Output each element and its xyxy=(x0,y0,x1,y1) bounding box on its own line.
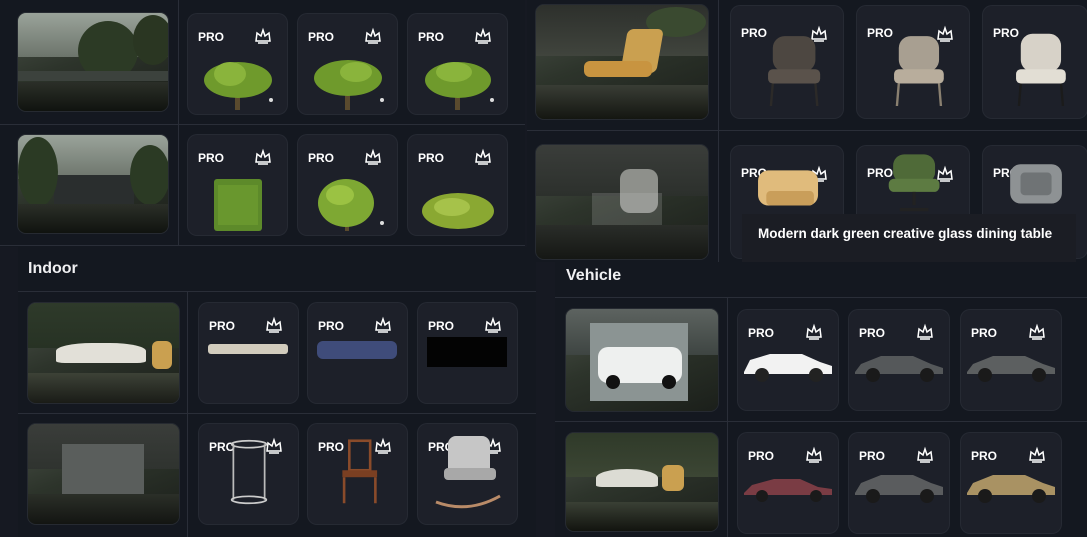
asset-tile[interactable]: PRO xyxy=(849,310,949,410)
pro-badge: PRO xyxy=(198,30,225,44)
car-icon xyxy=(967,475,1055,503)
asset-tile[interactable]: PRO xyxy=(849,433,949,533)
pro-badge: PRO xyxy=(748,449,775,463)
pro-badge: PRO xyxy=(209,319,236,333)
crown-icon xyxy=(917,446,933,463)
asset-tile[interactable]: PRO xyxy=(418,303,517,403)
crown-icon xyxy=(806,446,822,463)
asset-tile[interactable]: PRO xyxy=(308,424,407,524)
pro-badge: PRO xyxy=(748,326,775,340)
ottoman-icon xyxy=(317,341,397,359)
asset-tile[interactable]: PRO xyxy=(199,303,298,403)
crown-icon xyxy=(1029,323,1045,340)
car-icon xyxy=(744,354,832,382)
scene-preview[interactable] xyxy=(18,13,168,111)
asset-tile[interactable]: PRO xyxy=(298,135,397,235)
pro-badge: PRO xyxy=(971,326,998,340)
divider xyxy=(555,297,1087,298)
car-icon xyxy=(967,356,1055,382)
crown-icon xyxy=(266,316,282,333)
divider xyxy=(0,124,525,125)
scene-preview[interactable] xyxy=(536,145,708,259)
pro-badge: PRO xyxy=(859,326,886,340)
chair-icon xyxy=(768,36,821,106)
crown-icon xyxy=(365,148,381,165)
asset-tile[interactable]: PRO xyxy=(961,310,1061,410)
crown-icon xyxy=(806,323,822,340)
asset-tile[interactable]: PRO xyxy=(983,6,1087,118)
tree-icon xyxy=(203,62,273,110)
scene-preview[interactable] xyxy=(566,309,718,411)
crown-icon xyxy=(475,27,491,44)
scene-preview[interactable] xyxy=(536,5,708,119)
car-icon xyxy=(744,479,832,502)
divider xyxy=(187,291,188,537)
car-icon xyxy=(855,356,943,382)
crown-icon xyxy=(1029,446,1045,463)
crown-icon xyxy=(475,148,491,165)
tree-icon xyxy=(313,60,384,110)
divider xyxy=(18,413,536,414)
pro-badge: PRO xyxy=(428,319,455,333)
asset-tile[interactable]: PRO xyxy=(857,6,969,118)
bench-icon xyxy=(427,337,507,367)
divider xyxy=(718,0,719,262)
divider xyxy=(18,291,536,292)
side-table-icon xyxy=(230,439,267,505)
tooltip: Modern dark green creative glass dining … xyxy=(742,214,1076,262)
divider xyxy=(178,0,179,245)
cushion-icon xyxy=(208,344,288,354)
wood-chair-icon xyxy=(341,439,377,504)
chair-icon xyxy=(1016,33,1066,106)
asset-tile[interactable]: PRO xyxy=(188,14,287,114)
crown-icon xyxy=(917,323,933,340)
asset-tile[interactable]: PRO xyxy=(418,424,517,524)
section-title-indoor: Indoor xyxy=(28,260,78,277)
pro-badge: PRO xyxy=(418,151,445,165)
crown-icon xyxy=(375,316,391,333)
armchair-icon xyxy=(1010,164,1062,204)
bush-icon xyxy=(421,193,494,229)
pro-badge: PRO xyxy=(859,449,886,463)
car-icon xyxy=(855,475,943,503)
armchair-icon xyxy=(758,170,819,206)
scene-preview[interactable] xyxy=(18,135,168,233)
pro-badge: PRO xyxy=(308,151,335,165)
pro-badge: PRO xyxy=(318,319,345,333)
divider xyxy=(555,421,1087,422)
asset-tile[interactable]: PRO xyxy=(961,433,1061,533)
rocking-chair-icon xyxy=(434,436,501,509)
asset-tile[interactable]: PRO xyxy=(408,14,507,114)
asset-tile[interactable]: PRO xyxy=(298,14,397,114)
asset-tile[interactable]: PRO xyxy=(199,424,298,524)
crown-icon xyxy=(365,27,381,44)
asset-tile[interactable]: PRO xyxy=(408,135,507,235)
chair-icon xyxy=(894,36,944,106)
pro-badge: PRO xyxy=(308,30,335,44)
pro-badge: PRO xyxy=(198,151,225,165)
asset-tile[interactable]: PRO xyxy=(308,303,407,403)
shrub-icon xyxy=(317,179,384,231)
scene-preview[interactable] xyxy=(28,424,179,524)
tree-icon xyxy=(424,62,494,110)
asset-tile[interactable]: PRO xyxy=(188,135,287,235)
pro-badge: PRO xyxy=(971,449,998,463)
pro-badge: PRO xyxy=(418,30,445,44)
hedge-icon xyxy=(213,179,262,231)
crown-icon xyxy=(255,148,271,165)
crown-icon xyxy=(255,27,271,44)
swivel-chair-icon xyxy=(888,154,940,212)
scene-preview[interactable] xyxy=(566,433,718,531)
asset-tile[interactable]: PRO xyxy=(731,6,843,118)
asset-tile[interactable]: PRO xyxy=(738,433,838,533)
crown-icon xyxy=(485,316,501,333)
divider xyxy=(0,245,525,246)
divider xyxy=(527,130,1087,131)
divider xyxy=(727,297,728,537)
asset-tile[interactable]: PRO xyxy=(738,310,838,410)
scene-preview[interactable] xyxy=(28,303,179,403)
section-title-vehicle: Vehicle xyxy=(566,267,622,284)
